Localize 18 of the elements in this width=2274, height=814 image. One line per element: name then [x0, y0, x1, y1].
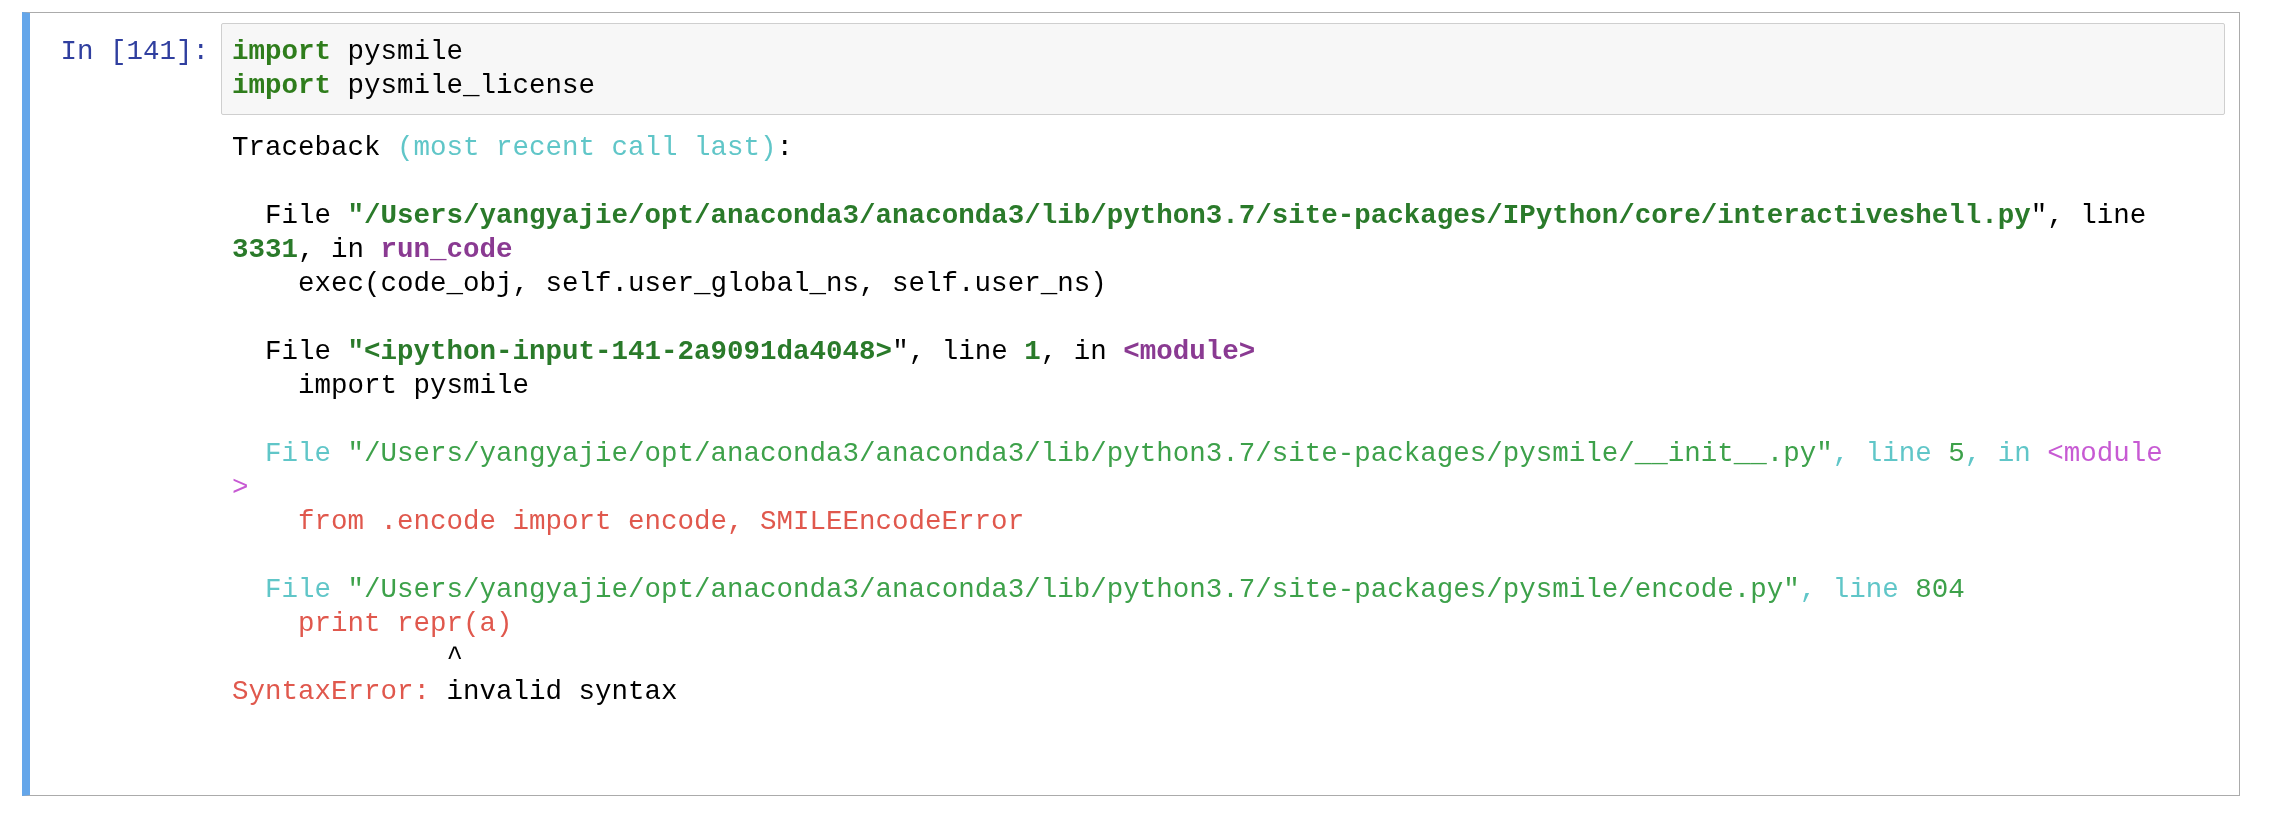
traceback-line: 3331, in run_code: [232, 233, 513, 267]
traceback-line: import pysmile: [297, 369, 530, 403]
traceback-line: SyntaxError: invalid syntax: [232, 675, 678, 709]
traceback-line: Traceback (most recent call last):: [232, 131, 794, 165]
traceback-line: print repr(a): [297, 607, 513, 641]
input-prompt: In [141]:: [60, 35, 210, 69]
traceback-line: File "/Users/yangyajie/opt/anaconda3/anaconda3/lib/python3.7/site-packages/pysmile/__init__.py", line 5, in <module: [264, 437, 2163, 471]
traceback-line: File "<ipython-input-141-2a9091da4048>", line 1, in <module>: [264, 335, 1256, 369]
notebook-cell[interactable]: [22, 12, 2240, 796]
traceback-line: ^: [445, 641, 464, 675]
traceback-line: File "/Users/yangyajie/opt/anaconda3/anaconda3/lib/python3.7/site-packages/IPython/core/interactiveshell.py", line: [264, 199, 2147, 233]
code-line: import pysmile_license: [232, 69, 596, 103]
traceback-line: from .encode import encode, SMILEEncodeError: [297, 505, 1025, 539]
code-line: import pysmile: [232, 35, 464, 69]
code-input-area[interactable]: import pysmile import pysmile_license: [221, 23, 2225, 115]
traceback-line: >: [232, 471, 249, 505]
traceback-line: File "/Users/yangyajie/opt/anaconda3/anaconda3/lib/python3.7/site-packages/pysmile/encode.py", line 804: [264, 573, 1965, 607]
traceback-line: exec(code_obj, self.user_global_ns, self.user_ns): [297, 267, 1107, 301]
